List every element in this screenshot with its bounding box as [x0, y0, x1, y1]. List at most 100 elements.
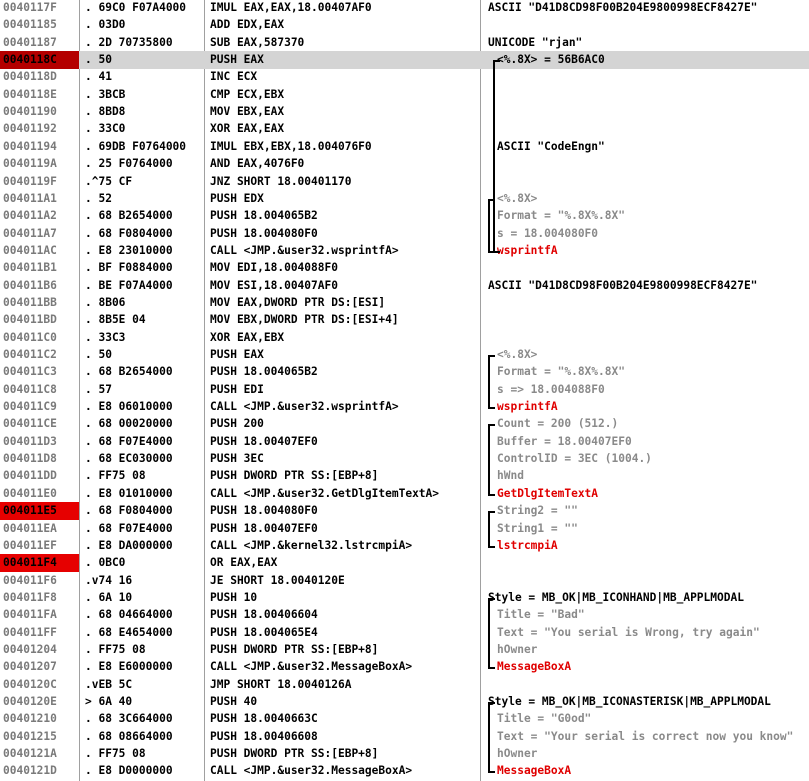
row-disassembly: CALL <JMP.&user32.GetDlgItemTextA>	[210, 486, 440, 500]
disasm-row[interactable]: 004011BD . 8B5E 04 MOV EBX,DWORD PTR DS:[E…	[0, 311, 809, 329]
disasm-row[interactable]: 004011CE . 68 00020000 PUSH 200 Count = 200…	[0, 415, 809, 433]
row-address: 004011F8	[3, 590, 57, 604]
disasm-row[interactable]: 004011B6 . BE F07A4000 MOV ESI,18.00407AF0…	[0, 277, 809, 295]
disasm-row[interactable]: 004011FF . 68 E4654000 PUSH 18.004065E4 Tex…	[0, 624, 809, 642]
row-hex-bytes: . 68 08664000	[85, 729, 173, 743]
row-hex-bytes: . 52	[85, 191, 112, 205]
call-bracket-tick	[488, 355, 495, 357]
disasm-row[interactable]: 004011F6 .v74 16 JE SHORT 18.0040120E	[0, 572, 809, 590]
disasm-row[interactable]: 004011C3 . 68 B2654000 PUSH 18.004065B2 For…	[0, 363, 809, 381]
disasm-row[interactable]: 0040119A . 25 F0764000 AND EAX,4076F0	[0, 155, 809, 173]
row-disassembly: PUSH 18.00406604	[210, 608, 318, 622]
disasm-row[interactable]: 0040121D . E8 D0000000 CALL <JMP.&user32.M…	[0, 762, 809, 780]
disasm-row[interactable]: 004011D8 . 68 EC030000 PUSH 3EC ControlID =…	[0, 450, 809, 468]
disasm-row[interactable]: 004011B1 . BF F0884000 MOV EDI,18.004088F0	[0, 259, 809, 277]
row-address: 004011E5	[0, 502, 79, 521]
row-address: 004011F6	[3, 573, 57, 587]
row-comment-text: Title = "G0od"	[497, 712, 592, 726]
row-address: 004011EF	[3, 538, 57, 552]
disasm-row[interactable]: 004011D3 . 68 F07E4000 PUSH 18.00407EF0 Buf…	[0, 433, 809, 451]
disasm-row[interactable]: 004011EA . 68 F07E4000 PUSH 18.00407EF0 Str…	[0, 520, 809, 538]
disasm-row[interactable]: 0040120E > 6A 40 PUSH 40 Style = MB_OK|MB_I…	[0, 693, 809, 711]
row-comment: MessageBoxA	[488, 658, 809, 676]
disasm-row[interactable]: 004011BB . 8B06 MOV EAX,DWORD PTR DS:[ESI]	[0, 294, 809, 312]
disasm-row[interactable]: 004011F8 . 6A 10 PUSH 10 Style = MB_OK|MB_I…	[0, 589, 809, 607]
row-hex-bytes: . 68 F07E4000	[85, 434, 173, 448]
row-hex-bytes: > 6A 40	[85, 695, 133, 708]
row-comment-text: Format = "%.8X%.8X"	[497, 209, 625, 223]
disasm-row[interactable]: 004011C2 . 50 PUSH EAX <%.8X>	[0, 346, 809, 364]
disasm-row[interactable]: 0040119F .^75 CF JNZ SHORT 18.00401170	[0, 173, 809, 191]
disasm-row[interactable]: 004011E5 . 68 F0804000 PUSH 18.004080F0 Str…	[0, 502, 809, 521]
disasm-row[interactable]: 004011FA . 68 04664000 PUSH 18.00406604 Tit…	[0, 606, 809, 624]
disasm-row[interactable]: 0040120C .vEB 5C JMP SHORT 18.0040126A	[0, 676, 809, 694]
disasm-row[interactable]: 0040118D . 41 INC ECX	[0, 68, 809, 86]
disasm-row[interactable]: 004011AC . E8 23010000 CALL <JMP.&user32.w…	[0, 242, 809, 260]
row-comment: MessageBoxA	[488, 762, 809, 780]
disasm-row[interactable]: 00401204 . FF75 08 PUSH DWORD PTR SS:[EBP+…	[0, 641, 809, 659]
row-address: 0040119A	[3, 157, 57, 171]
disasm-row[interactable]: 00401187 . 2D 70735800 SUB EAX,587370 UNICO…	[0, 34, 809, 52]
disasm-row[interactable]: 004011C8 . 57 PUSH EDI s => 18.004088F0	[0, 381, 809, 399]
disasm-row[interactable]: 004011E0 . E8 01010000 CALL <JMP.&user32.G…	[0, 485, 809, 503]
disasm-row[interactable]: 004011C9 . E8 06010000 CALL <JMP.&user32.w…	[0, 398, 809, 416]
disasm-row[interactable]: 004011A2 . 68 B2654000 PUSH 18.004065B2 For…	[0, 207, 809, 225]
call-bracket-line	[493, 60, 495, 251]
row-hex-bytes: . 57	[85, 382, 112, 396]
row-comment-text: wsprintfA	[497, 400, 558, 414]
disasm-row[interactable]: 00401215 . 68 08664000 PUSH 18.00406608 Tex…	[0, 728, 809, 746]
row-comment: s => 18.004088F0	[488, 381, 809, 399]
row-comment	[488, 676, 809, 694]
disasm-row[interactable]: 00401194 . 69DB F0764000 IMUL EBX,EBX,18.0…	[0, 138, 809, 156]
row-comment-text: Title = "Bad"	[497, 608, 585, 622]
row-disassembly: ADD EDX,EAX	[210, 18, 285, 32]
disasm-row[interactable]: 00401207 . E8 E6000000 CALL <JMP.&user32.M…	[0, 658, 809, 676]
disasm-row[interactable]: 00401192 . 33C0 XOR EAX,EAX	[0, 120, 809, 138]
row-address: 00401185	[3, 18, 57, 32]
row-hex-bytes: . 69DB F0764000	[85, 139, 187, 153]
row-comment: GetDlgItemTextA	[488, 485, 809, 503]
row-comment: wsprintfA	[488, 398, 809, 416]
row-comment: Text = "Your serial is correct now you k…	[488, 728, 809, 746]
row-disassembly: PUSH EDX	[210, 191, 264, 205]
disasm-row[interactable]: 00401210 . 68 3C664000 PUSH 18.0040663C Tit…	[0, 710, 809, 728]
row-disassembly: PUSH EDI	[210, 382, 264, 396]
row-disassembly: PUSH 18.004080F0	[210, 226, 318, 240]
row-hex-bytes: . E8 E6000000	[85, 660, 173, 674]
call-bracket-tick	[488, 511, 495, 514]
disasm-row[interactable]: 004011A1 . 52 PUSH EDX <%.8X>	[0, 190, 809, 208]
disasm-row[interactable]: 004011EF . E8 DA000000 CALL <JMP.&kernel32…	[0, 537, 809, 555]
row-address: 00401210	[3, 712, 57, 726]
row-address: 0040121A	[3, 747, 57, 761]
row-comment-text: s = 18.004080F0	[497, 226, 599, 240]
disassembly-pane[interactable]: 0040117F . 69C0 F07A4000 IMUL EAX,EAX,18.0…	[0, 0, 809, 781]
row-address: 00401190	[3, 105, 57, 119]
row-disassembly: PUSH 18.00407EF0	[210, 521, 318, 535]
row-address: 004011BB	[3, 295, 57, 309]
row-comment-text: MessageBoxA	[497, 660, 572, 674]
disasm-row[interactable]: 004011C0 . 33C3 XOR EAX,EBX	[0, 329, 809, 347]
disasm-row[interactable]: 004011A7 . 68 F0804000 PUSH 18.004080F0 s =…	[0, 225, 809, 243]
disasm-row[interactable]: 004011F4 . 0BC0 OR EAX,EAX	[0, 554, 809, 573]
disasm-row[interactable]: 0040121A . FF75 08 PUSH DWORD PTR SS:[EBP+…	[0, 745, 809, 763]
call-bracket-line	[488, 511, 490, 546]
row-address: 004011F4	[0, 554, 79, 573]
row-comment-text: <%.8X> = 56B6AC0	[497, 53, 605, 67]
disasm-row[interactable]: 004011DD . FF75 08 PUSH DWORD PTR SS:[EBP+…	[0, 467, 809, 485]
row-comment-text: <%.8X>	[497, 191, 538, 205]
disasm-row[interactable]: 0040117F . 69C0 F07A4000 IMUL EAX,EAX,18.0…	[0, 0, 809, 17]
disasm-row[interactable]: 0040118E . 3BCB CMP ECX,EBX	[0, 86, 809, 104]
row-address: 004011BD	[3, 313, 57, 327]
row-hex-bytes: . 2D 70735800	[85, 35, 173, 49]
disasm-row[interactable]: 00401185 . 03D0 ADD EDX,EAX	[0, 16, 809, 34]
row-disassembly: PUSH 3EC	[210, 452, 264, 466]
call-bracket-line	[488, 702, 490, 772]
row-address: 0040119F	[3, 174, 57, 188]
disasm-row[interactable]: 00401190 . 8BD8 MOV EBX,EAX	[0, 103, 809, 121]
row-address: 004011D3	[3, 434, 57, 448]
row-address: 004011B6	[3, 278, 57, 292]
row-address: 004011C2	[3, 348, 57, 361]
row-address: 004011B1	[3, 261, 57, 275]
call-bracket-line	[488, 597, 490, 668]
disasm-row[interactable]: 0040118C . 50 PUSH EAX <%.8X> = 56B6AC0	[0, 51, 809, 70]
